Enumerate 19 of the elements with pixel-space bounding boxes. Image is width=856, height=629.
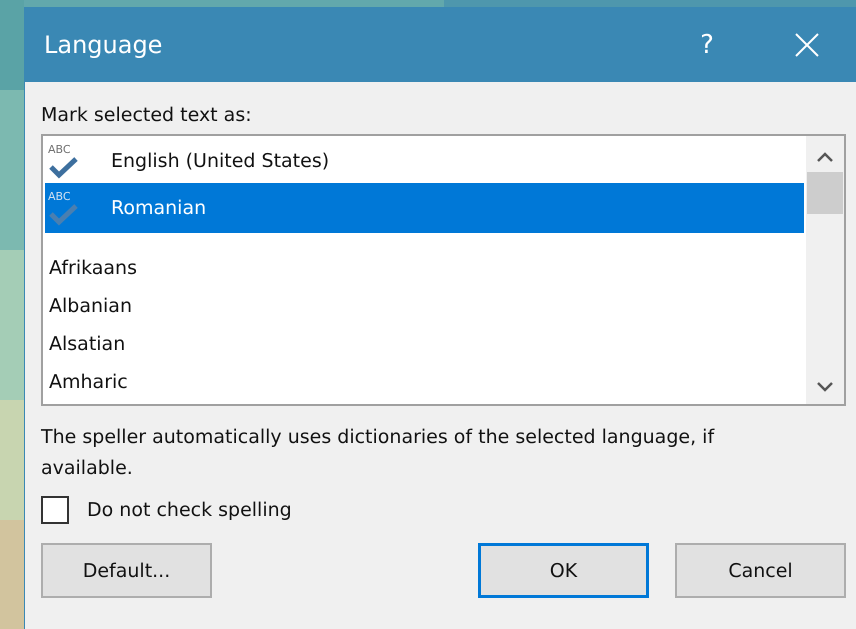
dialog-button[interactable]: Cancel <box>675 543 846 598</box>
language-item[interactable]: Amharic <box>45 363 804 401</box>
note-text: The speller automatically uses dictionaries of the selected language, if available. <box>41 425 716 481</box>
dialog-button[interactable]: Default... <box>41 543 212 598</box>
checkbox[interactable] <box>41 496 69 524</box>
close-icon <box>794 32 820 58</box>
help-button[interactable]: ? <box>672 14 742 74</box>
scroll-thumb[interactable] <box>807 172 843 214</box>
scroll-down-icon[interactable] <box>815 380 835 394</box>
language-item[interactable]: ABC English (United States) <box>45 138 804 183</box>
scroll-up-icon[interactable] <box>815 150 835 164</box>
list-label: Mark selected text as: <box>41 104 253 126</box>
language-item[interactable]: Afrikaans <box>45 249 804 287</box>
checkbox-label[interactable]: Do not check spelling <box>87 499 292 521</box>
language-item[interactable]: ABC Romanian <box>45 183 804 235</box>
window-title: Language <box>44 30 164 58</box>
language-item[interactable]: Albanian <box>45 287 804 325</box>
language-item[interactable]: Alsatian <box>45 325 804 363</box>
dialog-button[interactable]: OK <box>478 543 649 598</box>
